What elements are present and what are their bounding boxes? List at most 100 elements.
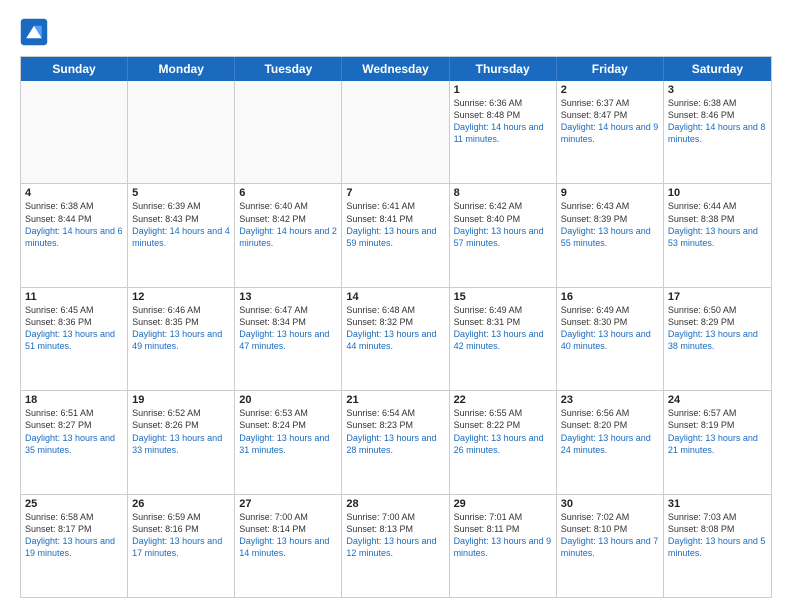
day-number: 16 (561, 291, 659, 303)
calendar-cell: 24Sunrise: 6:57 AMSunset: 8:19 PMDayligh… (664, 391, 771, 493)
calendar-row-1: 4Sunrise: 6:38 AMSunset: 8:44 PMDaylight… (21, 184, 771, 287)
cell-info: Sunrise: 6:43 AMSunset: 8:39 PMDaylight:… (561, 200, 659, 249)
cell-info: Sunrise: 7:02 AMSunset: 8:10 PMDaylight:… (561, 511, 659, 560)
weekday-header-saturday: Saturday (664, 57, 771, 81)
day-number: 8 (454, 187, 552, 199)
cell-info: Sunrise: 7:00 AMSunset: 8:13 PMDaylight:… (346, 511, 444, 560)
calendar-cell (235, 81, 342, 183)
day-number: 29 (454, 498, 552, 510)
calendar-page: SundayMondayTuesdayWednesdayThursdayFrid… (0, 0, 792, 612)
calendar-cell: 31Sunrise: 7:03 AMSunset: 8:08 PMDayligh… (664, 495, 771, 597)
calendar-cell: 2Sunrise: 6:37 AMSunset: 8:47 PMDaylight… (557, 81, 664, 183)
cell-info: Sunrise: 6:47 AMSunset: 8:34 PMDaylight:… (239, 304, 337, 353)
day-number: 19 (132, 394, 230, 406)
calendar-cell: 17Sunrise: 6:50 AMSunset: 8:29 PMDayligh… (664, 288, 771, 390)
cell-info: Sunrise: 6:53 AMSunset: 8:24 PMDaylight:… (239, 407, 337, 456)
day-number: 2 (561, 84, 659, 96)
calendar-cell (342, 81, 449, 183)
cell-info: Sunrise: 6:42 AMSunset: 8:40 PMDaylight:… (454, 200, 552, 249)
day-number: 22 (454, 394, 552, 406)
weekday-header-tuesday: Tuesday (235, 57, 342, 81)
page-header (20, 18, 772, 46)
calendar-cell: 25Sunrise: 6:58 AMSunset: 8:17 PMDayligh… (21, 495, 128, 597)
calendar-cell (21, 81, 128, 183)
calendar-cell: 5Sunrise: 6:39 AMSunset: 8:43 PMDaylight… (128, 184, 235, 286)
cell-info: Sunrise: 6:40 AMSunset: 8:42 PMDaylight:… (239, 200, 337, 249)
cell-info: Sunrise: 6:38 AMSunset: 8:46 PMDaylight:… (668, 97, 767, 146)
calendar-cell: 19Sunrise: 6:52 AMSunset: 8:26 PMDayligh… (128, 391, 235, 493)
cell-info: Sunrise: 6:49 AMSunset: 8:31 PMDaylight:… (454, 304, 552, 353)
calendar-cell: 9Sunrise: 6:43 AMSunset: 8:39 PMDaylight… (557, 184, 664, 286)
cell-info: Sunrise: 7:01 AMSunset: 8:11 PMDaylight:… (454, 511, 552, 560)
cell-info: Sunrise: 6:36 AMSunset: 8:48 PMDaylight:… (454, 97, 552, 146)
logo-icon (20, 18, 48, 46)
weekday-header-friday: Friday (557, 57, 664, 81)
calendar-cell: 3Sunrise: 6:38 AMSunset: 8:46 PMDaylight… (664, 81, 771, 183)
cell-info: Sunrise: 6:37 AMSunset: 8:47 PMDaylight:… (561, 97, 659, 146)
weekday-header-wednesday: Wednesday (342, 57, 449, 81)
calendar-cell: 6Sunrise: 6:40 AMSunset: 8:42 PMDaylight… (235, 184, 342, 286)
day-number: 25 (25, 498, 123, 510)
day-number: 3 (668, 84, 767, 96)
weekday-header-monday: Monday (128, 57, 235, 81)
day-number: 15 (454, 291, 552, 303)
calendar-header: SundayMondayTuesdayWednesdayThursdayFrid… (21, 57, 771, 81)
day-number: 5 (132, 187, 230, 199)
calendar-cell: 13Sunrise: 6:47 AMSunset: 8:34 PMDayligh… (235, 288, 342, 390)
calendar-cell: 30Sunrise: 7:02 AMSunset: 8:10 PMDayligh… (557, 495, 664, 597)
day-number: 7 (346, 187, 444, 199)
day-number: 23 (561, 394, 659, 406)
weekday-header-sunday: Sunday (21, 57, 128, 81)
day-number: 6 (239, 187, 337, 199)
day-number: 1 (454, 84, 552, 96)
cell-info: Sunrise: 6:41 AMSunset: 8:41 PMDaylight:… (346, 200, 444, 249)
calendar-row-2: 11Sunrise: 6:45 AMSunset: 8:36 PMDayligh… (21, 288, 771, 391)
calendar-cell: 7Sunrise: 6:41 AMSunset: 8:41 PMDaylight… (342, 184, 449, 286)
cell-info: Sunrise: 6:48 AMSunset: 8:32 PMDaylight:… (346, 304, 444, 353)
cell-info: Sunrise: 6:54 AMSunset: 8:23 PMDaylight:… (346, 407, 444, 456)
calendar-cell: 27Sunrise: 7:00 AMSunset: 8:14 PMDayligh… (235, 495, 342, 597)
calendar-cell: 14Sunrise: 6:48 AMSunset: 8:32 PMDayligh… (342, 288, 449, 390)
calendar-cell: 26Sunrise: 6:59 AMSunset: 8:16 PMDayligh… (128, 495, 235, 597)
calendar-row-3: 18Sunrise: 6:51 AMSunset: 8:27 PMDayligh… (21, 391, 771, 494)
calendar-body: 1Sunrise: 6:36 AMSunset: 8:48 PMDaylight… (21, 81, 771, 597)
day-number: 11 (25, 291, 123, 303)
day-number: 14 (346, 291, 444, 303)
calendar-cell: 18Sunrise: 6:51 AMSunset: 8:27 PMDayligh… (21, 391, 128, 493)
calendar-cell: 8Sunrise: 6:42 AMSunset: 8:40 PMDaylight… (450, 184, 557, 286)
calendar-row-0: 1Sunrise: 6:36 AMSunset: 8:48 PMDaylight… (21, 81, 771, 184)
day-number: 13 (239, 291, 337, 303)
cell-info: Sunrise: 6:52 AMSunset: 8:26 PMDaylight:… (132, 407, 230, 456)
calendar-cell: 15Sunrise: 6:49 AMSunset: 8:31 PMDayligh… (450, 288, 557, 390)
day-number: 31 (668, 498, 767, 510)
cell-info: Sunrise: 6:45 AMSunset: 8:36 PMDaylight:… (25, 304, 123, 353)
calendar-cell: 16Sunrise: 6:49 AMSunset: 8:30 PMDayligh… (557, 288, 664, 390)
calendar-cell: 12Sunrise: 6:46 AMSunset: 8:35 PMDayligh… (128, 288, 235, 390)
day-number: 30 (561, 498, 659, 510)
day-number: 26 (132, 498, 230, 510)
calendar-grid: SundayMondayTuesdayWednesdayThursdayFrid… (20, 56, 772, 598)
day-number: 10 (668, 187, 767, 199)
day-number: 28 (346, 498, 444, 510)
cell-info: Sunrise: 6:58 AMSunset: 8:17 PMDaylight:… (25, 511, 123, 560)
day-number: 12 (132, 291, 230, 303)
calendar-cell: 4Sunrise: 6:38 AMSunset: 8:44 PMDaylight… (21, 184, 128, 286)
day-number: 17 (668, 291, 767, 303)
calendar-cell: 1Sunrise: 6:36 AMSunset: 8:48 PMDaylight… (450, 81, 557, 183)
cell-info: Sunrise: 6:39 AMSunset: 8:43 PMDaylight:… (132, 200, 230, 249)
calendar-cell: 20Sunrise: 6:53 AMSunset: 8:24 PMDayligh… (235, 391, 342, 493)
calendar-cell: 10Sunrise: 6:44 AMSunset: 8:38 PMDayligh… (664, 184, 771, 286)
day-number: 18 (25, 394, 123, 406)
cell-info: Sunrise: 6:38 AMSunset: 8:44 PMDaylight:… (25, 200, 123, 249)
calendar-row-4: 25Sunrise: 6:58 AMSunset: 8:17 PMDayligh… (21, 495, 771, 597)
day-number: 4 (25, 187, 123, 199)
cell-info: Sunrise: 6:50 AMSunset: 8:29 PMDaylight:… (668, 304, 767, 353)
cell-info: Sunrise: 7:03 AMSunset: 8:08 PMDaylight:… (668, 511, 767, 560)
cell-info: Sunrise: 6:56 AMSunset: 8:20 PMDaylight:… (561, 407, 659, 456)
calendar-cell (128, 81, 235, 183)
cell-info: Sunrise: 7:00 AMSunset: 8:14 PMDaylight:… (239, 511, 337, 560)
calendar-cell: 28Sunrise: 7:00 AMSunset: 8:13 PMDayligh… (342, 495, 449, 597)
cell-info: Sunrise: 6:55 AMSunset: 8:22 PMDaylight:… (454, 407, 552, 456)
cell-info: Sunrise: 6:49 AMSunset: 8:30 PMDaylight:… (561, 304, 659, 353)
cell-info: Sunrise: 6:51 AMSunset: 8:27 PMDaylight:… (25, 407, 123, 456)
